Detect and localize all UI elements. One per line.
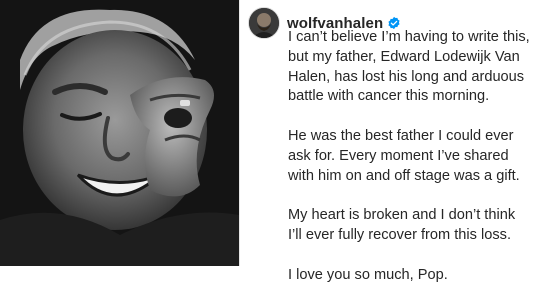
- photo-illustration: [0, 0, 239, 266]
- post-card: wolfvanhalen I can’t believe I’m having …: [239, 0, 534, 283]
- caption-paragraph: He was the best father I could ever ask …: [288, 127, 520, 184]
- post-caption: I can’t believe I’m having to write this…: [288, 28, 532, 285]
- caption-paragraph: My heart is broken and I don’t think I’l…: [288, 207, 516, 243]
- caption-paragraph: I can’t believe I’m having to write this…: [288, 29, 530, 105]
- profile-avatar[interactable]: [248, 7, 280, 39]
- avatar-image: [249, 8, 279, 38]
- post-photo[interactable]: [0, 0, 239, 266]
- caption-paragraph: I love you so much, Pop.: [288, 266, 448, 283]
